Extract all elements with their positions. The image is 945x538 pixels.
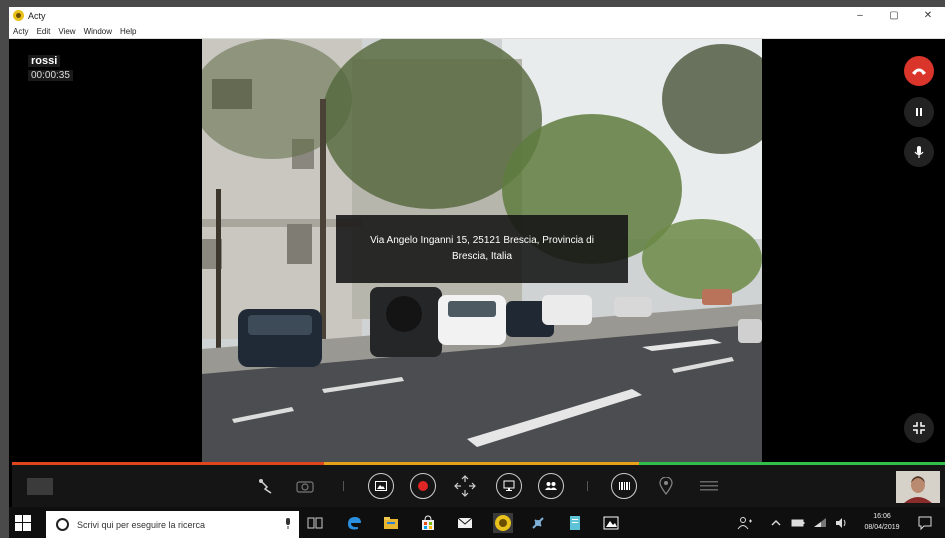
laser-pointer-icon — [259, 479, 272, 494]
self-view-thumbnail[interactable] — [896, 471, 940, 503]
edge-browser-icon[interactable] — [346, 515, 362, 531]
photos-app-icon[interactable] — [603, 515, 619, 531]
system-clock[interactable]: 16:06 08/04/2019 — [859, 511, 905, 533]
battery-icon[interactable] — [790, 515, 806, 531]
phone-hangup-icon — [912, 68, 926, 75]
satellite-app-icon[interactable] — [530, 515, 546, 531]
taskbar-search[interactable]: Scrivi qui per eseguire la ricerca — [46, 511, 299, 538]
windows-start-icon[interactable] — [15, 515, 31, 531]
call-timer: 00:00:35 — [28, 70, 73, 81]
panel-toggle-button[interactable] — [27, 478, 53, 495]
participants-button[interactable] — [538, 473, 564, 499]
screen-share-button[interactable] — [496, 473, 522, 499]
acty-logo-icon — [13, 10, 24, 21]
acty-taskbar-icon[interactable] — [493, 513, 513, 533]
cortana-icon — [56, 518, 69, 531]
show-hidden-icons-icon[interactable] — [768, 515, 784, 531]
participants-icon — [545, 482, 557, 490]
clock-date: 08/04/2019 — [864, 524, 900, 531]
record-icon — [418, 481, 428, 491]
collapse-icon — [913, 422, 925, 434]
menu-window[interactable]: Window — [84, 27, 112, 36]
self-view-image — [896, 471, 940, 503]
caller-name: rossi — [28, 55, 61, 67]
location-pin-icon — [659, 477, 673, 495]
hangup-button[interactable] — [904, 56, 934, 86]
close-button[interactable]: ✕ — [911, 7, 945, 24]
windows-taskbar: Scrivi qui per eseguire la ricerca 16:06… — [9, 507, 945, 538]
search-placeholder: Scrivi qui per eseguire la ricerca — [77, 519, 206, 530]
menu-view[interactable]: View — [58, 27, 75, 36]
action-center-icon[interactable] — [917, 515, 933, 531]
location-button[interactable] — [655, 475, 677, 497]
call-control-bar — [12, 465, 945, 507]
wifi-icon[interactable] — [812, 515, 828, 531]
volume-icon[interactable] — [834, 515, 850, 531]
file-explorer-icon[interactable] — [383, 515, 399, 531]
app-window: Acty – ▢ ✕ Acty Edit View Window Help ro… — [9, 7, 945, 538]
store-icon[interactable] — [420, 515, 436, 531]
mail-icon[interactable] — [457, 515, 473, 531]
title-bar: Acty – ▢ ✕ — [9, 7, 945, 24]
menu-bar: Acty Edit View Window Help — [9, 24, 945, 39]
mute-button[interactable] — [904, 137, 934, 167]
maximize-button[interactable]: ▢ — [877, 7, 911, 24]
toolbar-divider — [343, 481, 344, 491]
list-button[interactable] — [698, 475, 720, 497]
pointer-button[interactable] — [255, 475, 277, 497]
barcode-icon — [619, 482, 630, 490]
screen-share-icon — [503, 480, 515, 491]
snapshot-button[interactable] — [368, 473, 394, 499]
photo-icon — [375, 481, 387, 491]
menu-edit[interactable]: Edit — [37, 27, 51, 36]
pause-button[interactable] — [904, 97, 934, 127]
list-icon — [700, 481, 718, 491]
toolbar-divider — [587, 481, 588, 491]
voice-search-icon[interactable] — [284, 518, 292, 530]
barcode-button[interactable] — [611, 473, 637, 499]
menu-acty[interactable]: Acty — [13, 27, 29, 36]
collapse-button[interactable] — [904, 413, 934, 443]
stabilize-button[interactable] — [454, 475, 476, 497]
minimize-button[interactable]: – — [843, 7, 877, 24]
camera-switch-icon — [296, 481, 314, 493]
microphone-icon — [914, 146, 924, 158]
task-view-icon[interactable] — [307, 515, 323, 531]
window-controls: – ▢ ✕ — [843, 7, 945, 24]
people-icon[interactable] — [737, 515, 753, 531]
window-title: Acty — [28, 10, 46, 21]
clock-time: 16:06 — [873, 513, 891, 520]
camera-switch-button[interactable] — [294, 475, 316, 497]
location-address: Via Angelo Inganni 15, 25121 Brescia, Pr… — [370, 235, 594, 262]
notes-app-icon[interactable] — [567, 515, 583, 531]
pause-icon — [916, 108, 922, 116]
location-overlay: Via Angelo Inganni 15, 25121 Brescia, Pr… — [336, 215, 628, 283]
menu-help[interactable]: Help — [120, 27, 136, 36]
record-button[interactable] — [410, 473, 436, 499]
stabilize-icon — [454, 475, 476, 497]
call-stage: rossi 00:00:35 Via Angelo Inganni 15, 25… — [12, 39, 945, 462]
